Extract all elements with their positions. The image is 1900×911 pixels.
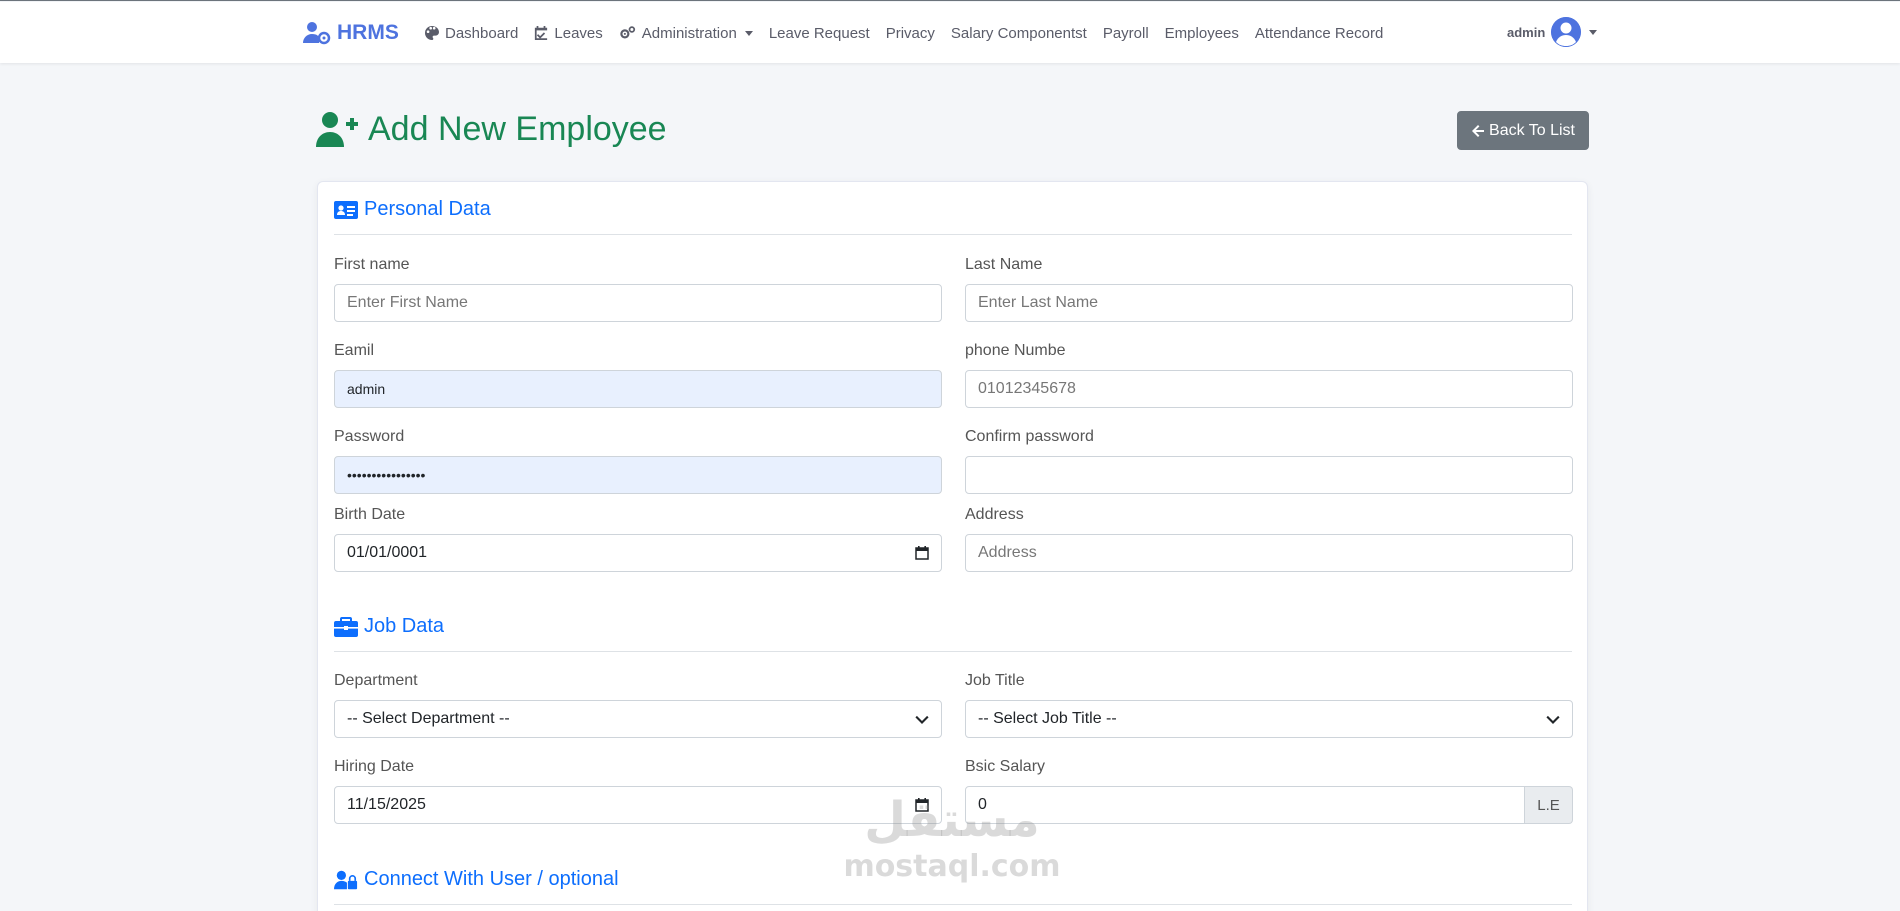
birth-date-value: 01/01/0001 (347, 544, 428, 561)
address-input[interactable]: Address (965, 534, 1573, 572)
password-label: Password (334, 428, 405, 445)
brand-name: HRMS (337, 21, 399, 44)
password-value: •••••••••••••••• (347, 467, 426, 483)
watermark-arabic: مستقل (864, 792, 1040, 848)
first-name-input[interactable]: Enter First Name (334, 284, 942, 322)
phone-placeholder: 01012345678 (978, 380, 1076, 397)
email-value: admin (347, 381, 386, 397)
user-lock-icon (334, 870, 358, 889)
personal-data-title: Personal Data (364, 198, 491, 220)
nav-item-attendance-record[interactable]: Attendance Record (1255, 25, 1383, 42)
user-menu[interactable]: admin (1507, 16, 1598, 48)
nav-item-payroll[interactable]: Payroll (1103, 25, 1149, 42)
watermark-latin: mostaql.com (843, 849, 1061, 884)
hiring-date-value: 11/15/2025 (347, 796, 426, 813)
nav-item-leaves[interactable]: Leaves (534, 24, 603, 42)
department-label: Department (334, 672, 418, 689)
nav-item-salary-components[interactable]: Salary Componentst (951, 25, 1087, 42)
user-gear-icon (303, 22, 331, 45)
confirm-password-group: Confirm password (965, 428, 1573, 494)
briefcase-icon (334, 616, 358, 637)
palette-icon (425, 26, 439, 40)
nav-item-label: Privacy (885, 24, 935, 42)
address-label: Address (965, 506, 1024, 523)
nav-item-administration[interactable]: Administration (619, 25, 753, 42)
chevron-down-icon (1546, 715, 1560, 724)
department-select[interactable]: -- Select Department -- (334, 700, 942, 738)
last-name-group: Last Name Enter Last Name (965, 256, 1573, 322)
nav-item-label: Employees (1164, 24, 1239, 42)
nav-item-employees[interactable]: Employees (1165, 25, 1239, 42)
chevron-down-icon (915, 715, 929, 724)
currency-addon: L.E (1525, 786, 1573, 824)
personal-data-heading: Personal Data (334, 185, 1572, 235)
user-circle-icon (1551, 17, 1582, 47)
hiring-date-label: Hiring Date (334, 758, 415, 775)
birth-date-input[interactable]: 01/01/0001 (334, 534, 942, 572)
address-placeholder: Address (978, 544, 1037, 561)
first-name-group: First name Enter First Name (334, 256, 942, 322)
last-name-label: Last Name (965, 256, 1043, 273)
first-name-placeholder: Enter First Name (347, 294, 468, 311)
department-value: -- Select Department -- (347, 710, 510, 727)
nav-item-label: Payroll (1102, 24, 1149, 42)
connect-user-title: Connect With User / optional (364, 868, 619, 890)
nav-item-label: Attendance Record (1254, 24, 1384, 42)
calendar-icon[interactable] (915, 546, 929, 560)
last-name-input[interactable]: Enter Last Name (965, 284, 1573, 322)
user-name: admin (1507, 24, 1546, 40)
job-title-group: Job Title -- Select Job Title -- (965, 672, 1573, 738)
phone-input[interactable]: 01012345678 (965, 370, 1573, 408)
page-title-text: Add New Employee (368, 109, 667, 148)
nav-item-privacy[interactable]: Privacy (886, 25, 935, 42)
phone-group: phone Numbe 01012345678 (965, 342, 1573, 408)
back-to-list-button[interactable]: Back To List (1457, 111, 1589, 150)
birth-date-label: Birth Date (334, 506, 406, 523)
page-title: Add New Employee (316, 107, 667, 151)
confirm-password-input[interactable] (965, 456, 1573, 494)
password-input[interactable]: •••••••••••••••• (334, 456, 942, 494)
top-navbar: HRMS Dashboard Leaves Administration Lea (0, 2, 1900, 63)
confirm-password-label: Confirm password (965, 428, 1094, 445)
gears-icon (620, 26, 635, 39)
calendar-check-icon (535, 26, 548, 40)
chevron-down-icon (744, 30, 753, 36)
email-group: Eamil admin (334, 342, 942, 408)
email-label: Eamil (334, 342, 375, 359)
first-name-label: First name (334, 256, 410, 273)
job-data-title: Job Data (364, 615, 445, 637)
address-group: Address Address (965, 506, 1573, 572)
nav-item-dashboard[interactable]: Dashboard (425, 25, 518, 42)
nav-item-label: Dashboard (445, 24, 519, 42)
birth-date-group: Birth Date 01/01/0001 (334, 506, 942, 572)
email-input[interactable]: admin (334, 370, 942, 408)
brand-link[interactable]: HRMS (303, 19, 399, 47)
nav-item-label: Leave Request (768, 24, 870, 42)
nav-item-label: Salary Componentst (950, 24, 1087, 42)
nav-item-label: Leaves (554, 24, 603, 42)
nav-menu: Dashboard Leaves Administration Leave Re… (425, 22, 1399, 44)
back-to-list-label: Back To List (1489, 121, 1575, 139)
last-name-placeholder: Enter Last Name (978, 294, 1099, 311)
user-plus-icon (316, 112, 358, 147)
chevron-down-icon (1589, 29, 1598, 35)
nav-item-leave-request[interactable]: Leave Request (769, 25, 870, 42)
nav-item-label: Administration (641, 24, 737, 42)
phone-label: phone Numbe (965, 342, 1066, 359)
department-group: Department -- Select Department -- (334, 672, 942, 738)
watermark-logo: مستقل mostaql.com (832, 791, 1072, 896)
password-group: Password •••••••••••••••• (334, 428, 942, 494)
job-data-heading: Job Data (334, 602, 1572, 652)
arrow-left-icon (1472, 124, 1485, 137)
job-title-label: Job Title (965, 672, 1025, 689)
job-title-value: -- Select Job Title -- (978, 710, 1117, 727)
avatar (1551, 17, 1582, 47)
job-title-select[interactable]: -- Select Job Title -- (965, 700, 1573, 738)
basic-salary-label: Bsic Salary (965, 758, 1046, 775)
id-card-icon (334, 200, 358, 219)
